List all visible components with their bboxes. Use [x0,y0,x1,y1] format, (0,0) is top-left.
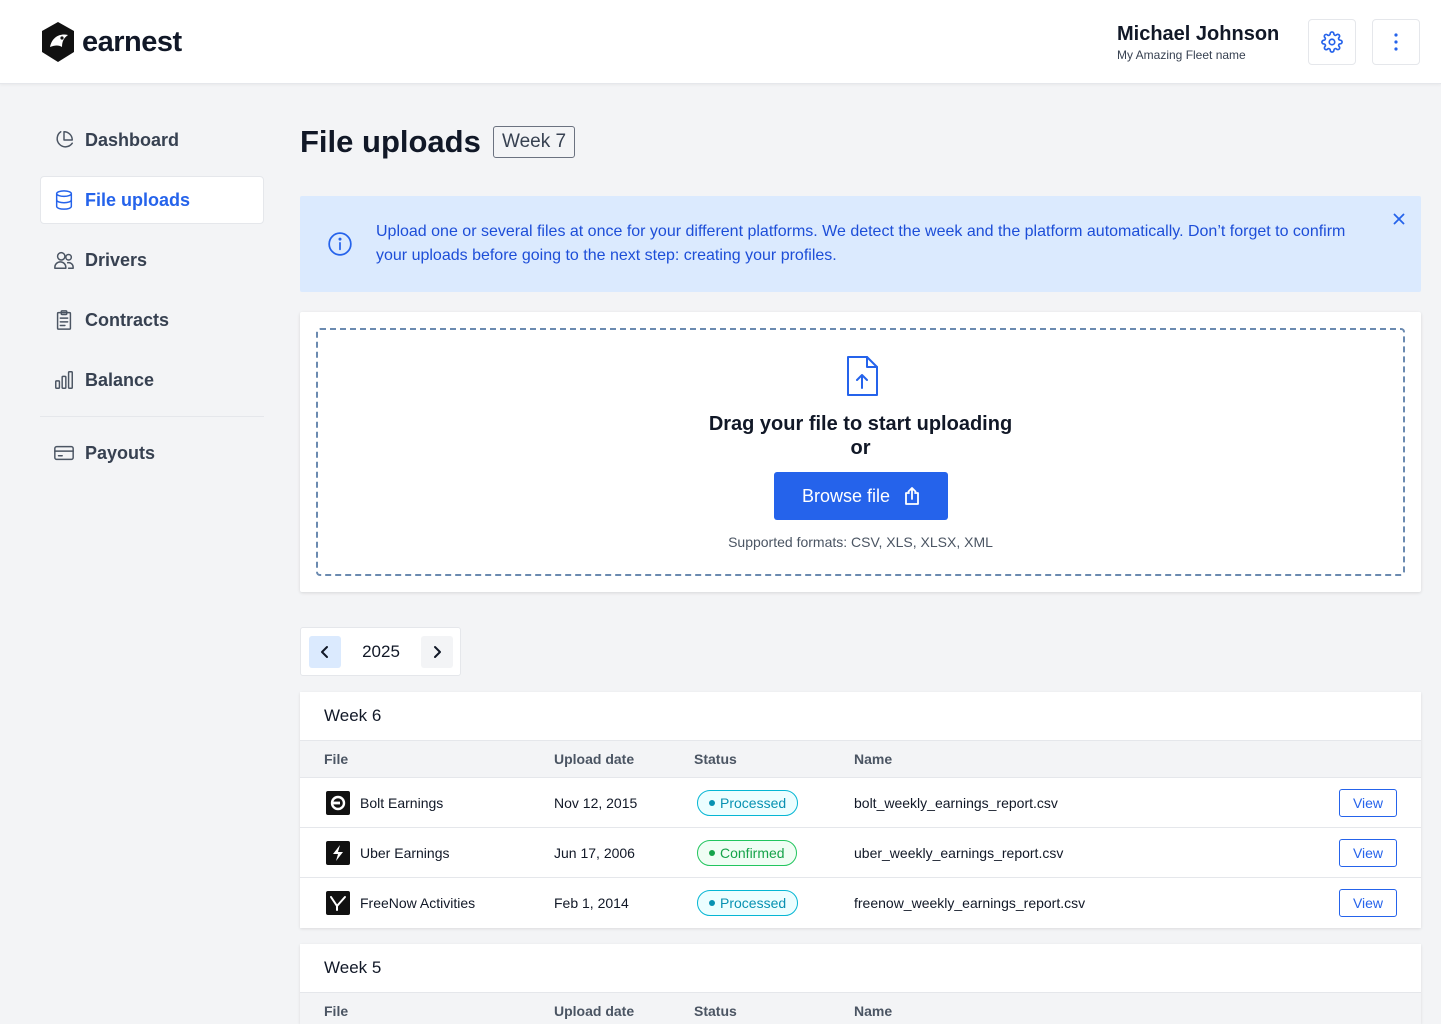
year-picker: 2025 [300,627,461,676]
upload-card: Drag your file to start uploading or Bro… [300,312,1421,592]
users-icon [54,251,74,269]
next-year-button[interactable] [421,636,453,668]
view-button[interactable]: View [1339,789,1397,817]
user-block[interactable]: Michael Johnson My Amazing Fleet name [1117,22,1279,63]
sidebar-item-label: File uploads [85,189,191,210]
sidebar-item-label: Payouts [85,442,156,463]
sidebar-item-label: Drivers [85,249,148,270]
browse-file-label: Browse file [801,485,891,506]
settings-button[interactable] [1308,19,1356,65]
bolt-logo-icon [326,791,350,815]
sidebar-item-label: Contracts [85,309,170,330]
brand-logo[interactable]: earnest [40,21,182,63]
sidebar-item-label: Dashboard [85,129,180,150]
eagle-logo-icon [42,22,74,62]
sidebar-item-dashboard[interactable]: Dashboard [40,116,264,164]
freenow-logo-icon [326,891,350,915]
file-platform: Bolt Earnings [360,795,444,811]
chevron-right-icon [434,646,441,658]
sidebar-item-payouts[interactable]: Payouts [40,429,264,477]
file-platform: Uber Earnings [360,845,450,861]
table-row: FreeNow Activities Feb 1, 2014 Processed… [300,878,1421,928]
uber-logo-icon [326,841,350,865]
view-button[interactable]: View [1339,839,1397,867]
status-badge: Confirmed [697,840,797,866]
column-header-file: File [324,751,349,767]
sidebar-divider [40,416,264,417]
week-title: Week 5 [324,958,382,977]
view-button[interactable]: View [1339,889,1397,917]
sidebar-item-file-uploads[interactable]: File uploads [40,176,264,224]
sidebar-nav: Dashboard File uploads Drivers Contracts [40,116,264,489]
close-icon[interactable] [1390,210,1408,228]
fleet-name: My Amazing Fleet name [1117,48,1246,62]
week-title: Week 6 [324,706,382,725]
dropzone-or: or [850,437,871,459]
more-menu-button[interactable] [1372,19,1420,65]
supported-formats: Supported formats: CSV, XLS, XLSX, XML [728,534,993,550]
dropzone-title: Drag your file to start uploading [708,413,1013,435]
sidebar-item-drivers[interactable]: Drivers [40,236,264,284]
database-icon [55,190,73,210]
more-vertical-icon [1394,33,1398,51]
week-card: Week 6 File Upload date Status Name Bolt… [300,692,1421,928]
selected-year: 2025 [362,642,400,661]
sidebar-item-balance[interactable]: Balance [40,356,264,404]
week-card: Week 5 File Upload date Status Name [300,944,1421,1024]
column-header-status: Status [694,751,737,767]
column-header-name: Name [854,751,893,767]
previous-year-button[interactable] [309,636,341,668]
credit-card-icon [54,445,74,461]
column-header-upload-date: Upload date [554,1003,635,1019]
table-header: File Upload date Status Name [300,992,1421,1024]
sidebar-item-contracts[interactable]: Contracts [40,296,264,344]
chevron-left-icon [321,646,328,658]
status-badge: Processed [697,890,799,916]
info-icon [328,232,352,256]
current-week-badge: Week 7 [493,126,576,158]
pie-chart-icon [56,131,73,148]
file-platform: FreeNow Activities [360,895,476,911]
status-badge: Processed [697,790,799,816]
file-dropzone[interactable]: Drag your file to start uploading or Bro… [316,328,1405,576]
table-header: File Upload date Status Name [300,740,1421,778]
file-name: freenow_weekly_earnings_report.csv [854,895,1086,911]
brand-name: earnest [82,25,182,58]
page-title: File uploads [300,124,481,159]
user-name: Michael Johnson [1117,23,1280,45]
column-header-name: Name [854,1003,893,1019]
upload-date: Feb 1, 2014 [554,895,629,911]
share-upload-icon [905,487,919,505]
bar-chart-icon [55,371,73,389]
upload-date: Nov 12, 2015 [554,795,638,811]
column-header-file: File [324,1003,349,1019]
clipboard-icon [56,310,72,330]
column-header-status: Status [694,1003,737,1019]
file-upload-icon [847,356,878,396]
gear-icon [1321,31,1343,53]
top-header: earnest Michael Johnson My Amazing Fleet… [0,0,1441,84]
file-name: uber_weekly_earnings_report.csv [854,845,1064,861]
table-row: Uber Earnings Jun 17, 2006 Confirmed ube… [300,828,1421,878]
file-name: bolt_weekly_earnings_report.csv [854,795,1058,811]
sidebar-item-label: Balance [85,369,155,390]
browse-file-button[interactable]: Browse file [774,472,948,520]
info-banner-text: Upload one or several files at once for … [376,223,1346,264]
column-header-upload-date: Upload date [554,751,635,767]
info-banner: Upload one or several files at once for … [300,196,1421,292]
table-row: Bolt Earnings Nov 12, 2015 Processed bol… [300,778,1421,828]
upload-date: Jun 17, 2006 [554,845,635,861]
